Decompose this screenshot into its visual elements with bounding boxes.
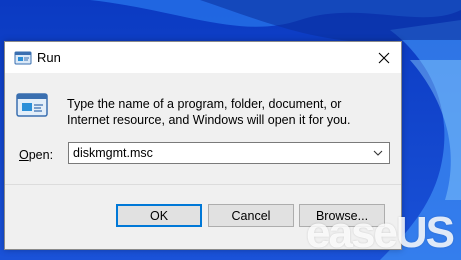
- close-button[interactable]: [367, 42, 401, 73]
- run-app-icon: [14, 51, 32, 65]
- title-bar[interactable]: Run: [5, 42, 401, 73]
- run-app-icon: [15, 92, 49, 120]
- run-description: Type the name of a program, folder, docu…: [67, 97, 351, 127]
- command-input[interactable]: diskmgmt.msc: [73, 146, 153, 160]
- easeus-watermark: easeUS: [306, 208, 455, 257]
- chevron-down-icon: [373, 150, 383, 156]
- ok-button[interactable]: OK: [116, 204, 202, 227]
- open-combobox[interactable]: diskmgmt.msc: [68, 142, 390, 164]
- dropdown-button[interactable]: [369, 143, 387, 163]
- close-icon: [378, 52, 390, 63]
- window-title: Run: [37, 50, 61, 65]
- cancel-button[interactable]: Cancel: [208, 204, 294, 227]
- open-label: Open:: [19, 148, 54, 162]
